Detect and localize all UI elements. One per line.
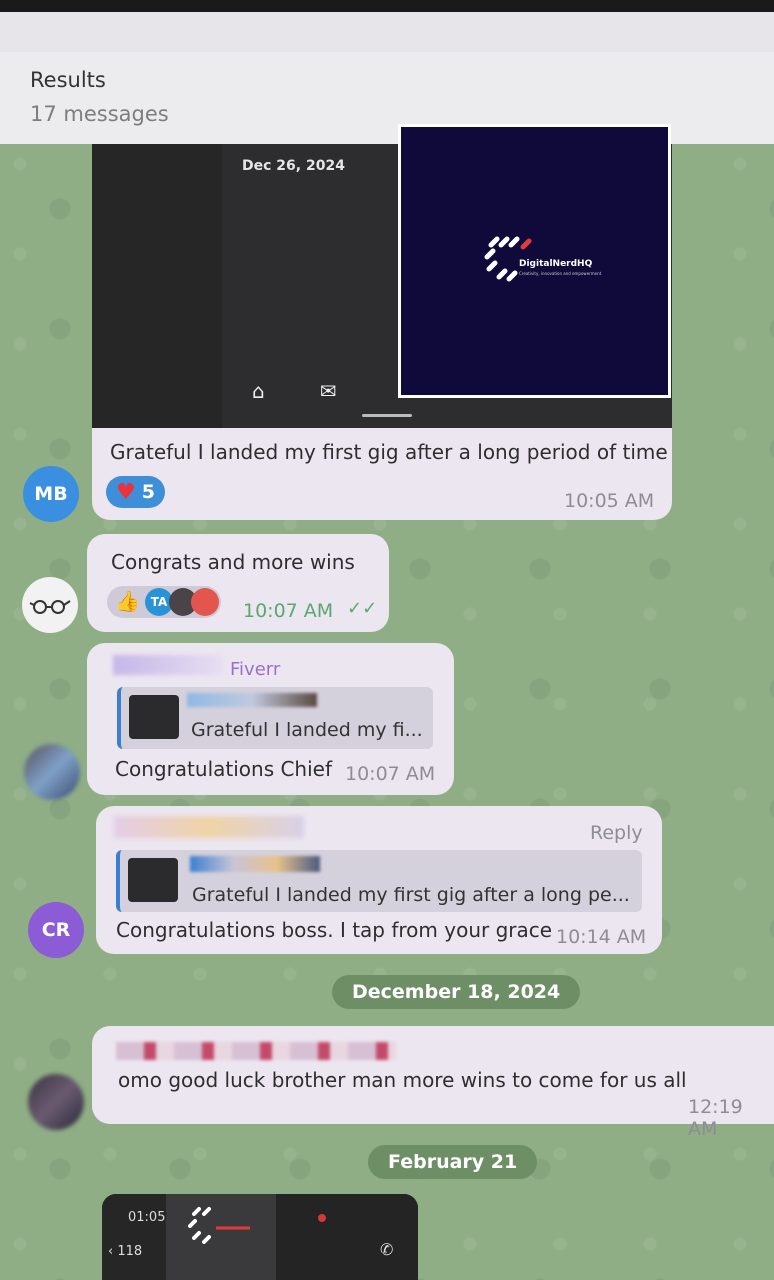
avatar-glasses[interactable] <box>22 577 78 633</box>
double-check-icon: ✓✓ <box>347 598 378 619</box>
reaction-group[interactable]: 👍 TA <box>107 586 221 618</box>
window-top-bar <box>0 0 774 12</box>
message-text: Congrats and more wins <box>111 550 355 574</box>
heart-icon: ♥ <box>116 479 136 505</box>
message-bubble-4[interactable]: Reply Grateful I landed my first gig aft… <box>96 806 662 954</box>
message-text: Congratulations Chief <box>115 757 333 781</box>
media-back: ‹ 118 <box>108 1244 143 1259</box>
date-separator: December 18, 2024 <box>332 975 581 1009</box>
home-icon: ⌂ <box>252 379 265 403</box>
reply-quote-text: Grateful I landed my fi... <box>191 719 423 741</box>
logo-mark-icon <box>188 1207 250 1244</box>
results-title: Results <box>30 68 106 92</box>
reply-button[interactable]: Reply <box>590 822 643 844</box>
avatar-mb[interactable]: MB <box>23 466 79 522</box>
reactor-avatar-red <box>191 588 219 616</box>
logo-tagline: Creativity, innovation and empowerment <box>519 271 602 276</box>
phone-add-icon: ✆ <box>380 1240 394 1259</box>
media-segment-2 <box>166 1194 276 1280</box>
sender-name-blurred <box>116 1042 396 1060</box>
reply-quote-text: Grateful I landed my first gig after a l… <box>192 884 630 906</box>
avatar-initials: CR <box>41 919 71 941</box>
message-time: 10:05 AM <box>564 490 655 512</box>
sender-name: Fiverr <box>230 659 281 680</box>
thumbs-up-icon: 👍 <box>115 589 140 613</box>
media-home-indicator <box>362 414 412 417</box>
message-time: 10:07 AM <box>243 600 334 622</box>
media-time: 01:05 <box>128 1210 166 1225</box>
record-dot-icon <box>318 1214 326 1222</box>
message-time: 12:19 AM <box>688 1096 743 1140</box>
media-date: Dec 26, 2024 <box>242 158 345 174</box>
date-separator: February 21 <box>368 1145 538 1179</box>
heart-reaction[interactable]: ♥ 5 <box>106 476 165 508</box>
message-bubble-5[interactable]: omo good luck brother man more wins to c… <box>92 1026 774 1140</box>
media-segment-1: 01:05 ‹ 118 <box>102 1194 166 1280</box>
photo-message-media-2[interactable]: 01:05 ‹ 118 ✆ <box>102 1194 418 1280</box>
reply-quote-box[interactable]: Grateful I landed my first gig after a l… <box>116 850 642 912</box>
message-text: Grateful I landed my first gig after a l… <box>110 440 668 464</box>
message-bubble-2[interactable]: Congrats and more wins 👍 TA 10:07 AM ✓✓ <box>87 534 389 632</box>
reply-sender-blurred <box>190 856 320 872</box>
sender-name-blurred <box>114 816 304 838</box>
message-time: 10:14 AM <box>556 926 647 948</box>
message-bubble-3[interactable]: Fiverr Grateful I landed my fi... Congra… <box>87 643 454 795</box>
results-count: 17 messages <box>30 102 169 126</box>
avatar-initials: MB <box>34 483 68 505</box>
avatar-blurred-2[interactable] <box>28 1074 84 1130</box>
message-bubble-1[interactable]: Grateful I landed my first gig after a l… <box>92 428 672 520</box>
glasses-icon <box>29 600 71 614</box>
reaction-count: 5 <box>141 481 155 503</box>
sender-name-blurred <box>113 655 223 675</box>
reply-sender-blurred <box>187 693 317 707</box>
message-time: 10:07 AM <box>345 763 436 785</box>
message-text: Congratulations boss. I tap from your gr… <box>116 918 553 942</box>
reply-thumbnail <box>128 858 178 902</box>
reply-thumbnail <box>129 695 179 739</box>
logo-brand-text: DigitalNerdHQ <box>519 259 593 269</box>
media-back-count: 118 <box>117 1244 143 1259</box>
avatar-cr[interactable]: CR <box>28 902 84 958</box>
reply-quote-box[interactable]: Grateful I landed my fi... <box>117 687 433 749</box>
media-segment-3: ✆ <box>276 1194 418 1280</box>
message-text: omo good luck brother man more wins to c… <box>118 1068 687 1092</box>
logo-image[interactable]: DigitalNerdHQ Creativity, innovation and… <box>398 124 671 398</box>
avatar-blurred-1[interactable] <box>24 744 80 800</box>
media-nav-icons: ⌂ ✉ <box>252 379 336 403</box>
media-left-panel <box>92 144 222 429</box>
mail-icon: ✉ <box>319 379 337 403</box>
